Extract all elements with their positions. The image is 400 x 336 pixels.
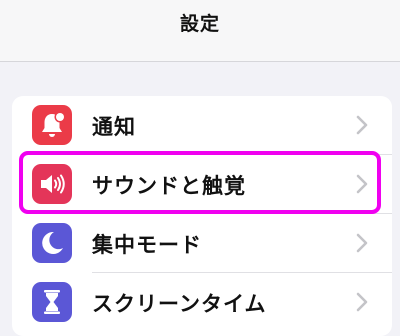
highlight-box [19,151,381,214]
settings-item-label: スクリーンタイム [92,292,267,316]
navigation-bar: 設定 [0,0,400,62]
settings-item-notifications[interactable]: 通知 [12,96,392,154]
page-title: 設定 [179,13,220,35]
chevron-right-icon [356,292,368,312]
chevron-right-icon [356,233,368,253]
settings-item-screen-time[interactable]: スクリーンタイム [12,273,392,331]
hourglass-icon [32,282,72,322]
settings-item-focus[interactable]: 集中モード [12,214,392,272]
bell-badge-icon [32,105,72,145]
chevron-right-icon [356,115,368,135]
settings-list: 通知 サウンドと触覚 集中モード スクリーンタイム [12,96,392,336]
moon-icon [32,223,72,263]
settings-item-label: 通知 [92,115,136,139]
settings-item-label: 集中モード [92,233,202,257]
